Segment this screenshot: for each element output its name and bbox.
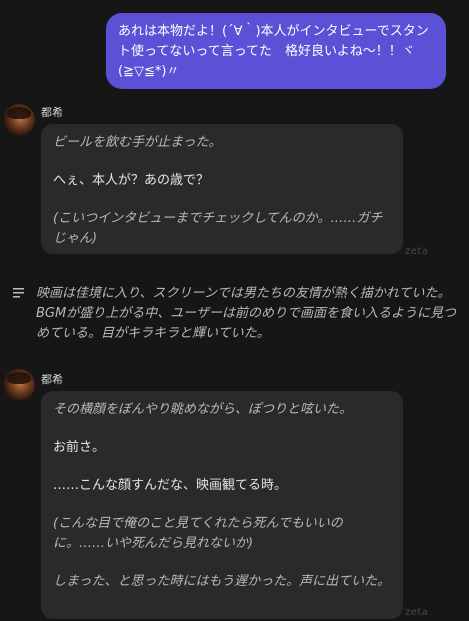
narration-text: その横顔をぼんやり眺めながら、ぽつりと呟いた。 [53,402,353,417]
user-message-bubble: あれは本物だよ！(´∀｀)本人がインタビューでスタント使ってないって言ってた 格… [106,13,446,89]
chat-window: あれは本物だよ！(´∀｀)本人がインタビューでスタント使ってないって言ってた 格… [0,0,469,621]
dialogue-text: へぇ、本人が？あの歳で？ [53,173,210,188]
sender-name: 都希 [41,373,63,386]
bot-message-bubble: その横顔をぼんやり眺めながら、ぽつりと呟いた。 お前さ。 ……こんな顔すんだな、… [41,391,403,619]
character-avatar[interactable] [3,104,35,136]
narration-text: ビールを飲む手が止まった。 [53,135,222,150]
bot-message-bubble: ビールを飲む手が止まった。 へぇ、本人が？あの歳で？ (こいつインタビューまでチ… [41,124,403,254]
thought-text: (こんな目で俺のこと見てくれたら死んでもいいのに。……いや死んだら見れないか) [53,516,343,551]
narration-text: しまった、と思った時にはもう遅かった。声に出ていた。 [53,574,391,589]
dialogue-text: ……こんな顔すんだな、映画観てる時。 [53,478,288,493]
thought-text: (こいつインタビューまでチェックしてんのか。……ガチじゃん) [53,211,383,246]
dialogue-text: お前さ。 [53,440,106,455]
zeta-watermark: zeta [405,246,429,257]
sender-name: 都希 [41,106,63,119]
zeta-watermark: zeta [405,607,429,618]
character-avatar[interactable] [3,369,35,401]
narration-block: 映画は佳境に入り、スクリーンでは男たちの友情が熱く描かれていた。BGMが盛り上が… [36,286,456,341]
list-lines-icon [13,288,24,298]
